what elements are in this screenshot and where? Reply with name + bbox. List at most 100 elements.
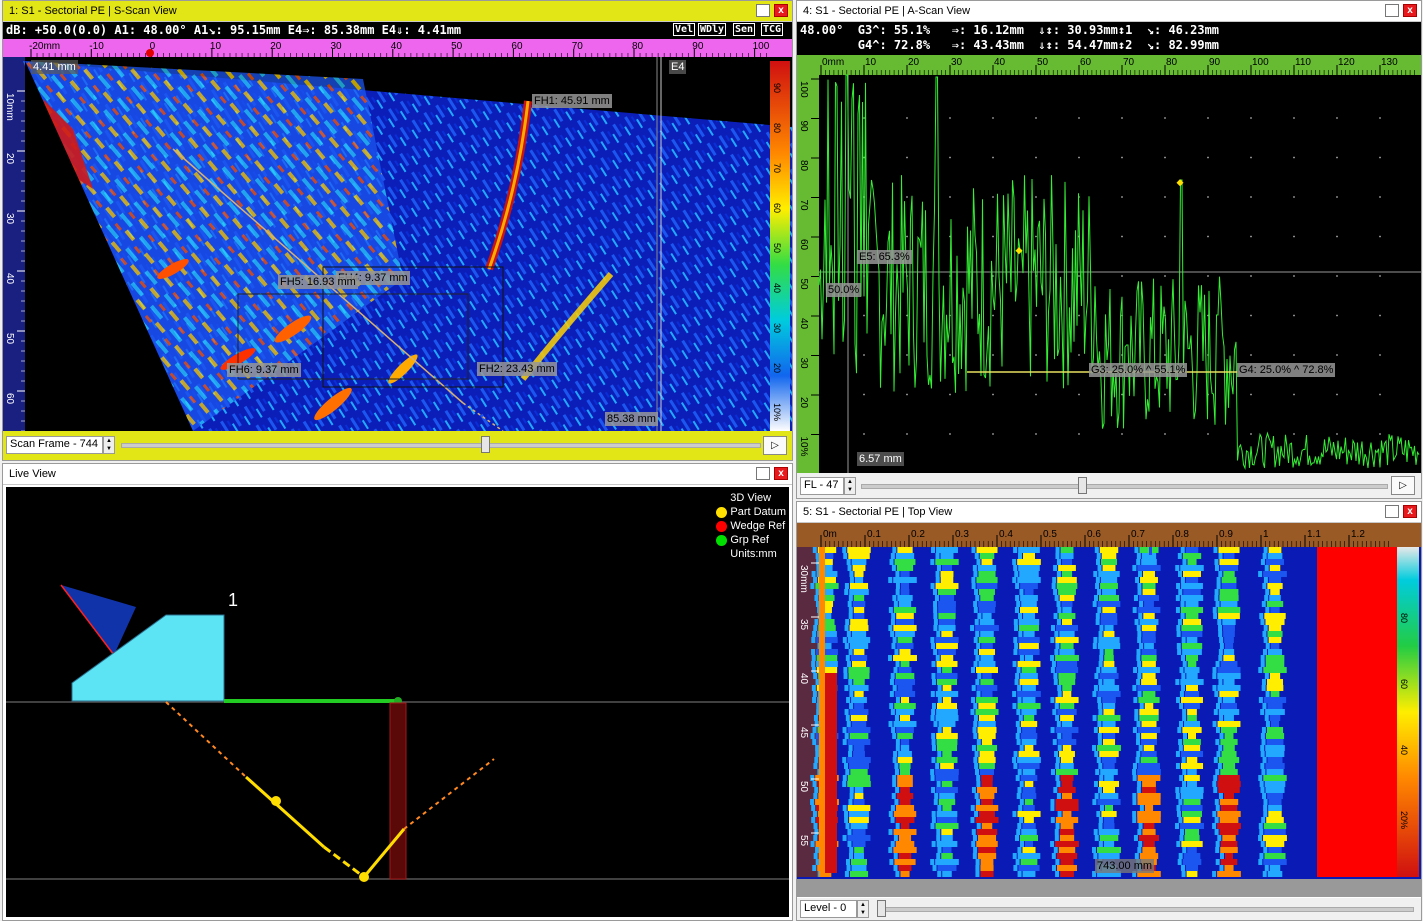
e5-label: E5: 65.3% bbox=[857, 250, 912, 264]
sscan-color-tick: 40 bbox=[772, 283, 782, 293]
fl-slider[interactable] bbox=[861, 484, 1388, 489]
tcg-button[interactable]: TCG bbox=[761, 23, 784, 36]
close-button[interactable]: x bbox=[1403, 4, 1417, 17]
top-view-window: 5: S1 - Sectorial PE | Top View x 0m 0.1 0… bbox=[796, 501, 1422, 921]
top-h-tick: 0.9 bbox=[1219, 529, 1233, 540]
sscan-v-tick: 60 bbox=[4, 393, 15, 405]
ascan-h-tick: 120 bbox=[1338, 57, 1355, 68]
wdly-button[interactable]: WDly bbox=[698, 23, 727, 36]
maximize-button[interactable] bbox=[1385, 4, 1399, 17]
sen-button[interactable]: Sen bbox=[733, 23, 756, 36]
top-h-tick: 1.1 bbox=[1307, 529, 1321, 540]
ascan-info-line1: 48.00° G3^: 55.1% ⇒: 16.12mm ⇓↕: 30.93mm… bbox=[800, 23, 1220, 37]
sscan-h-tick: 20 bbox=[270, 41, 282, 52]
maximize-button[interactable] bbox=[1385, 505, 1399, 518]
sscan-color-tick: 30 bbox=[772, 323, 782, 333]
scan-frame-slider-thumb[interactable] bbox=[481, 436, 490, 453]
sscan-h-tick: 90 bbox=[692, 41, 704, 52]
top-view-titlebar[interactable]: 5: S1 - Sectorial PE | Top View x bbox=[797, 502, 1421, 523]
scan-frame-field[interactable]: Scan Frame - 744 bbox=[6, 436, 103, 454]
g3-label: G3: 25.0% ^ 55.1% bbox=[1089, 363, 1188, 377]
ascan-v-tick: 10% bbox=[798, 437, 809, 457]
close-button[interactable]: x bbox=[1403, 505, 1417, 518]
top-color-tick: 40 bbox=[1399, 745, 1409, 755]
probe-number: 1 bbox=[228, 590, 238, 610]
top-v-tick: 30mm bbox=[798, 565, 809, 593]
top-horizontal-scrollbar[interactable] bbox=[797, 879, 1421, 897]
top-h-tick: 0m bbox=[823, 529, 837, 540]
ascan-v-tick: 80 bbox=[798, 160, 809, 172]
fh1-label: FH1: 45.91 mm bbox=[532, 94, 612, 108]
ascan-h-tick: 30 bbox=[951, 57, 963, 68]
sscan-control-bar: Scan Frame - 744 ▲ ▼ ▷ bbox=[3, 431, 792, 460]
ascan-canvas[interactable]: 0mm 10 20 30 40 50 60 70 80 90 100 110 120 130 100 90 8… bbox=[797, 55, 1421, 473]
sscan-color-tick: 10% bbox=[772, 403, 782, 421]
sscan-color-tick: 80 bbox=[772, 123, 782, 133]
top-h-tick: 0.2 bbox=[911, 529, 925, 540]
play-button[interactable]: ▷ bbox=[763, 436, 787, 455]
top-v-tick: 45 bbox=[798, 727, 809, 739]
live-view-titlebar[interactable]: Live View x bbox=[3, 464, 792, 485]
sscan-e4-label: E4 bbox=[669, 60, 687, 74]
level-slider-thumb[interactable] bbox=[877, 900, 886, 917]
sscan-position-label: 85.38 mm bbox=[605, 412, 658, 426]
scan-frame-slider[interactable] bbox=[121, 443, 761, 448]
legend-dot-icon bbox=[716, 506, 728, 518]
top-view-control-bar: Level - 0 ▲ ▼ bbox=[797, 898, 1421, 920]
sscan-info-bar: dB: +50.0(0.0) A1: 48.00° A1↘: 95.15mm E… bbox=[3, 22, 792, 39]
close-button[interactable]: x bbox=[774, 467, 788, 480]
sscan-h-tick: -20mm bbox=[29, 41, 60, 52]
vel-button[interactable]: Vel bbox=[673, 23, 696, 36]
sscan-h-tick: 10 bbox=[210, 41, 222, 52]
top-h-tick: 0.4 bbox=[999, 529, 1013, 540]
level-slider[interactable] bbox=[877, 907, 1414, 912]
scan-frame-spinner[interactable]: ▲ ▼ bbox=[103, 436, 115, 454]
sscan-canvas[interactable]: -20mm -10 0 10 20 30 40 50 60 70 80 90 100 10mm20304… bbox=[3, 39, 792, 431]
sscan-v-tick: 20 bbox=[4, 153, 15, 165]
ascan-info-bar: 48.00° G3^: 55.1% ⇒: 16.12mm ⇓↕: 30.93mm… bbox=[797, 22, 1421, 55]
sscan-title: 1: S1 - Sectorial PE | S-Scan View bbox=[9, 5, 177, 17]
top-h-tick: 0.6 bbox=[1087, 529, 1101, 540]
ascan-h-tick: 90 bbox=[1209, 57, 1221, 68]
top-position-label: 743.00 mm bbox=[1095, 859, 1155, 873]
ascan-titlebar[interactable]: 4: S1 - Sectorial PE | A-Scan View x bbox=[797, 1, 1421, 22]
maximize-button[interactable] bbox=[756, 467, 770, 480]
close-button[interactable]: x bbox=[774, 4, 788, 17]
fl-field[interactable]: FL - 47 bbox=[800, 477, 844, 495]
fl-slider-thumb[interactable] bbox=[1078, 477, 1087, 494]
live-view-canvas[interactable]: 1 bbox=[6, 487, 789, 917]
legend-title: 3D View bbox=[730, 492, 772, 504]
live-view-title: Live View bbox=[9, 468, 56, 480]
ascan-h-tick: 130 bbox=[1381, 57, 1398, 68]
sscan-titlebar[interactable]: 1: S1 - Sectorial PE | S-Scan View x bbox=[3, 1, 792, 22]
maximize-button[interactable] bbox=[756, 4, 770, 17]
sscan-color-tick: 90 bbox=[772, 83, 782, 93]
ascan-h-tick: 40 bbox=[994, 57, 1006, 68]
top-h-tick: 1.2 bbox=[1351, 529, 1365, 540]
top-view-canvas[interactable]: 0m 0.1 0.2 0.3 0.4 0.5 0.6 0.7 0.8 0.9 1 1.1 1.2 30m… bbox=[797, 523, 1421, 897]
top-h-tick: 0.8 bbox=[1175, 529, 1189, 540]
fh5-label: FH5: 16.93 mm bbox=[278, 275, 358, 289]
legend-label: Part Datum bbox=[730, 506, 786, 518]
sscan-v-tick: 50 bbox=[4, 333, 15, 345]
fh6-label: FH6: 9.37 mm bbox=[227, 363, 301, 377]
ascan-window: 4: S1 - Sectorial PE | A-Scan View x 48.… bbox=[796, 0, 1422, 499]
level-field[interactable]: Level - 0 bbox=[800, 900, 857, 918]
ascan-h-tick: 50 bbox=[1037, 57, 1049, 68]
weld-column bbox=[389, 702, 407, 880]
legend-label: Grp Ref bbox=[730, 534, 769, 546]
sscan-color-tick: 60 bbox=[772, 203, 782, 213]
sscan-color-tick: 50 bbox=[772, 243, 782, 253]
sscan-h-tick: 30 bbox=[331, 41, 343, 52]
level-spinner[interactable]: ▲ ▼ bbox=[857, 900, 869, 918]
sscan-cursor-marker[interactable] bbox=[146, 49, 154, 57]
legend-part-datum: Part Datum bbox=[716, 505, 786, 519]
legend-dot-icon bbox=[716, 520, 728, 532]
fl-spinner[interactable]: ▲ ▼ bbox=[844, 477, 856, 495]
top-color-tick: 60 bbox=[1399, 679, 1409, 689]
ascan-title: 4: S1 - Sectorial PE | A-Scan View bbox=[803, 5, 971, 17]
ascan-h-tick: 110 bbox=[1295, 57, 1311, 68]
legend-label: Wedge Ref bbox=[730, 520, 786, 532]
play-button[interactable]: ▷ bbox=[1391, 476, 1415, 495]
sscan-h-tick: 50 bbox=[451, 41, 463, 52]
